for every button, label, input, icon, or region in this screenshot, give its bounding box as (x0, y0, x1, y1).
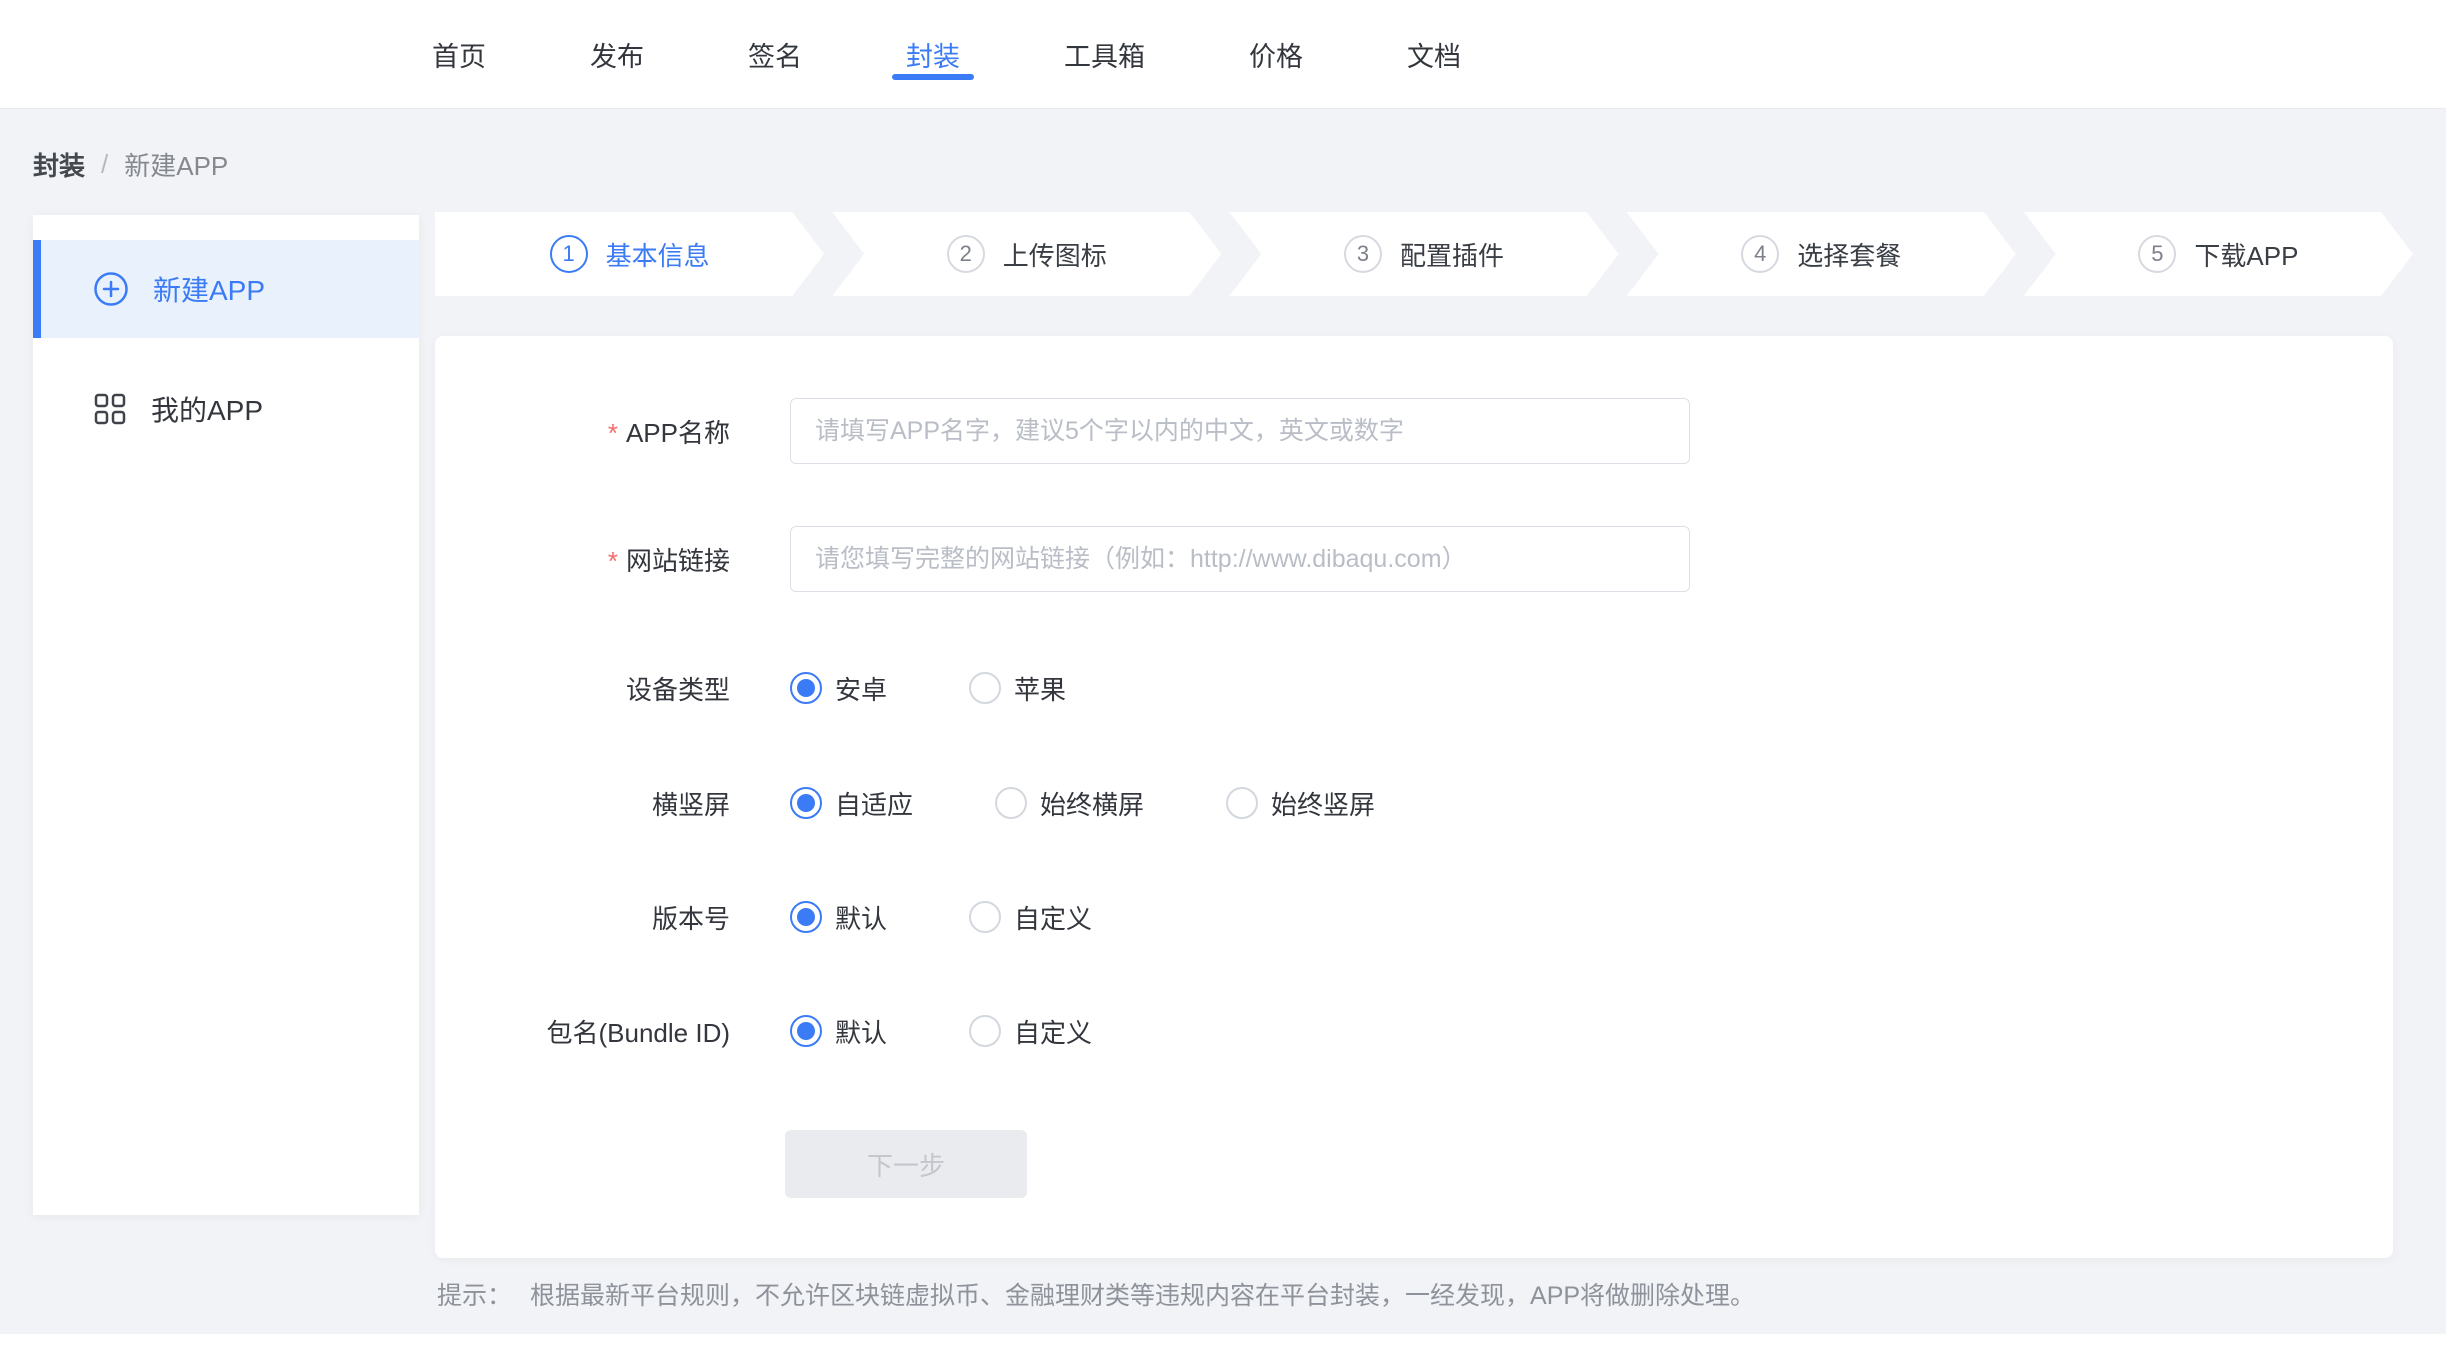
radio-orientation-auto[interactable]: 自适应 (790, 785, 913, 822)
orientation-label: 横竖屏 (435, 785, 730, 822)
nav-item-toolbox[interactable]: 工具箱 (1062, 0, 1147, 108)
radio-circle (969, 1015, 1001, 1047)
steps-bar: 1 基本信息 2 上传图标 3 配置插件 4 选择套餐 5 下载APP (435, 212, 2413, 296)
step-label: 上传图标 (1003, 236, 1107, 273)
step-number-badge: 2 (947, 235, 985, 273)
required-marker: * (608, 546, 618, 576)
sidebar-list: 新建APP 我的APP (33, 215, 419, 458)
step-number-badge: 1 (550, 235, 588, 273)
site-url-input[interactable] (790, 526, 1690, 592)
breadcrumb-current: 新建APP (124, 146, 228, 183)
form-card: *APP名称 *网站链接 设备类型 安卓 (435, 336, 2393, 1258)
step-label: 配置插件 (1400, 236, 1504, 273)
sidebar-item-my-apps[interactable]: 我的APP (33, 360, 419, 458)
radio-circle (1226, 787, 1258, 819)
radio-circle (969, 901, 1001, 933)
nav-item-signature[interactable]: 签名 (746, 0, 804, 108)
plus-circle-icon (93, 271, 129, 307)
radio-version-custom[interactable]: 自定义 (969, 899, 1092, 936)
grid-icon (93, 392, 127, 426)
step-basic-info[interactable]: 1 基本信息 (435, 212, 824, 296)
sidebar-item-new-app[interactable]: 新建APP (33, 240, 419, 338)
radio-device-ios[interactable]: 苹果 (969, 670, 1066, 707)
platform-rules-hint: 提示： 根据最新平台规则，不允许区块链虚拟币、金融理财类等违规内容在平台封装，一… (437, 1276, 1755, 1312)
site-url-label: *网站链接 (435, 541, 730, 578)
device-type-label: 设备类型 (435, 670, 730, 707)
sidebar-item-label: 我的APP (151, 389, 263, 429)
radio-orientation-landscape[interactable]: 始终横屏 (995, 785, 1144, 822)
sidebar-item-label: 新建APP (153, 269, 265, 309)
radio-device-android[interactable]: 安卓 (790, 670, 887, 707)
radio-circle (995, 787, 1027, 819)
form-row-orientation: 横竖屏 自适应 始终横屏 始终竖屏 (435, 783, 1457, 823)
step-select-plan[interactable]: 4 选择套餐 (1627, 212, 2016, 296)
hint-text: 根据最新平台规则，不允许区块链虚拟币、金融理财类等违规内容在平台封装，一经发现，… (530, 1276, 1755, 1312)
step-number-badge: 5 (2138, 235, 2176, 273)
hint-label: 提示： (437, 1276, 512, 1312)
step-download-app[interactable]: 5 下载APP (2024, 212, 2413, 296)
sidebar: 新建APP 我的APP (33, 215, 419, 1215)
required-marker: * (608, 418, 618, 448)
radio-circle (969, 672, 1001, 704)
app-name-input[interactable] (790, 398, 1690, 464)
radio-circle (790, 672, 822, 704)
form-row-site-url: *网站链接 (435, 526, 1690, 592)
nav-item-price[interactable]: 价格 (1247, 0, 1305, 108)
footer-strip (0, 1334, 2446, 1350)
form-row-version: 版本号 默认 自定义 (435, 897, 1174, 937)
step-label: 下载APP (2194, 236, 2298, 273)
app-name-label: *APP名称 (435, 413, 730, 450)
bundle-id-label: 包名(Bundle ID) (435, 1013, 730, 1050)
step-label: 基本信息 (606, 236, 710, 273)
breadcrumb-section[interactable]: 封装 (33, 146, 85, 183)
radio-circle (790, 787, 822, 819)
step-number-badge: 4 (1741, 235, 1779, 273)
top-nav: 首页 发布 签名 封装 工具箱 价格 文档 (0, 0, 2446, 109)
radio-bundle-default[interactable]: 默认 (790, 1013, 887, 1050)
nav-item-docs[interactable]: 文档 (1405, 0, 1463, 108)
nav-item-publish[interactable]: 发布 (588, 0, 646, 108)
form-row-device-type: 设备类型 安卓 苹果 (435, 668, 1148, 708)
breadcrumb-separator: / (101, 149, 108, 180)
next-step-button[interactable]: 下一步 (785, 1130, 1027, 1198)
nav-item-home[interactable]: 首页 (430, 0, 488, 108)
page: 首页 发布 签名 封装 工具箱 价格 文档 封装 / 新建APP 新建APP (0, 0, 2446, 1350)
step-upload-icon[interactable]: 2 上传图标 (832, 212, 1221, 296)
radio-circle (790, 1015, 822, 1047)
step-configure-plugins[interactable]: 3 配置插件 (1229, 212, 1618, 296)
version-label: 版本号 (435, 899, 730, 936)
radio-bundle-custom[interactable]: 自定义 (969, 1013, 1092, 1050)
radio-circle (790, 901, 822, 933)
nav-item-package[interactable]: 封装 (904, 0, 962, 108)
step-number-badge: 3 (1344, 235, 1382, 273)
step-label: 选择套餐 (1797, 236, 1901, 273)
breadcrumb: 封装 / 新建APP (33, 146, 228, 183)
form-row-bundle-id: 包名(Bundle ID) 默认 自定义 (435, 1011, 1174, 1051)
form-row-app-name: *APP名称 (435, 398, 1690, 464)
radio-orientation-portrait[interactable]: 始终竖屏 (1226, 785, 1375, 822)
radio-version-default[interactable]: 默认 (790, 899, 887, 936)
nav-items: 首页 发布 签名 封装 工具箱 价格 文档 (430, 0, 1563, 108)
